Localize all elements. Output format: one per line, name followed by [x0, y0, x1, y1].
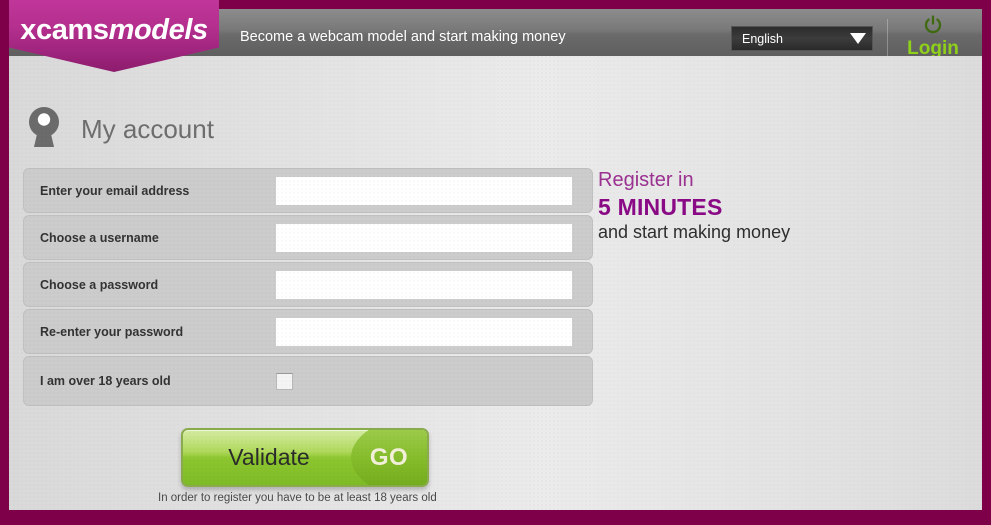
promo-line-1: Register in — [598, 169, 694, 191]
login-button[interactable]: Login — [892, 15, 974, 59]
logo-secondary-text: models — [108, 14, 209, 46]
email-input[interactable] — [276, 176, 572, 205]
form-row-email: Enter your email address — [23, 168, 593, 213]
form-row-age-check: I am over 18 years old — [23, 356, 593, 406]
account-header: My account — [25, 106, 214, 153]
go-label: GO — [369, 443, 409, 471]
label-username: Choose a username — [40, 230, 159, 245]
validate-label: Validate — [228, 444, 310, 470]
password-input[interactable] — [276, 270, 572, 299]
go-panel: GO — [351, 430, 427, 485]
validate-button[interactable]: GO Validate — [181, 428, 429, 487]
webcam-avatar-icon — [25, 106, 63, 153]
password-confirm-input[interactable] — [276, 317, 572, 346]
language-selector[interactable]: English — [731, 26, 873, 51]
power-icon — [923, 15, 943, 40]
form-row-password-confirm: Re-enter your password — [23, 309, 593, 354]
age-disclaimer: In order to register you have to be at l… — [158, 492, 437, 504]
site-logo[interactable]: xcamsmodels — [9, 0, 219, 72]
form-row-password: Choose a password — [23, 262, 593, 307]
submit-area: GO Validate — [181, 428, 429, 487]
promo-line-3: and start making money — [598, 222, 791, 243]
promo-block: Register in 5 MINUTES and start making m… — [598, 168, 828, 244]
language-selected-label: English — [742, 31, 783, 46]
label-password-confirm: Re-enter your password — [40, 324, 184, 339]
page-title: My account — [81, 114, 214, 144]
header-tagline: Become a webcam model and start making m… — [240, 29, 566, 45]
chevron-down-icon — [850, 33, 866, 44]
age-confirmation-checkbox[interactable] — [276, 372, 293, 390]
logo-banner-shape: xcamsmodels — [9, 0, 219, 72]
form-row-username: Choose a username — [23, 215, 593, 260]
label-age-check: I am over 18 years old — [40, 374, 171, 388]
main-content: My account Enter your email address Choo… — [9, 56, 982, 510]
page-root: Become a webcam model and start making m… — [0, 0, 991, 525]
label-password: Choose a password — [40, 277, 159, 292]
promo-line-2: 5 MINUTES — [598, 193, 723, 220]
label-email: Enter your email address — [40, 183, 190, 198]
registration-form: Enter your email address Choose a userna… — [23, 168, 593, 408]
logo-primary-text: xcams — [20, 14, 109, 46]
username-input[interactable] — [276, 223, 572, 252]
logo-text: xcamsmodels — [20, 14, 209, 47]
